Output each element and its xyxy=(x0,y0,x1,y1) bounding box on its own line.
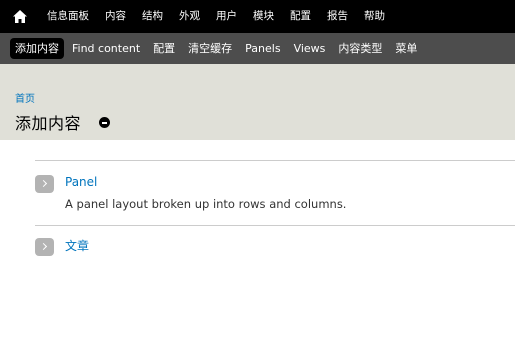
toolbar-item-help[interactable]: 帮助 xyxy=(357,0,394,33)
shortcut-clear-cache[interactable]: 清空缓存 xyxy=(183,38,237,59)
breadcrumb-home[interactable]: 首页 xyxy=(15,90,35,105)
toolbar-item-content[interactable]: 内容 xyxy=(98,0,135,33)
home-icon[interactable] xyxy=(0,0,40,33)
chevron-right-icon[interactable] xyxy=(35,238,54,256)
shortcut-panels[interactable]: Panels xyxy=(240,38,285,59)
toolbar-item-reports[interactable]: 报告 xyxy=(320,0,357,33)
content-type-description: A panel layout broken up into rows and c… xyxy=(65,197,347,211)
toolbar-item-appearance[interactable]: 外观 xyxy=(172,0,209,33)
shortcut-content-types[interactable]: 内容类型 xyxy=(333,38,387,59)
toolbar-item-configuration[interactable]: 配置 xyxy=(283,0,320,33)
page-title: 添加内容 xyxy=(15,114,82,133)
toolbar-item-dashboard[interactable]: 信息面板 xyxy=(40,0,98,33)
shortcut-menus[interactable]: 菜单 xyxy=(390,38,422,59)
content-type-link[interactable]: Panel xyxy=(65,175,97,189)
shortcut-configuration[interactable]: 配置 xyxy=(148,38,180,59)
toolbar-item-people[interactable]: 用户 xyxy=(209,0,246,33)
list-item: 文章 xyxy=(35,226,515,262)
toolbar-item-structure[interactable]: 结构 xyxy=(135,0,172,33)
shortcut-views[interactable]: Views xyxy=(289,38,331,59)
remove-shortcut-icon[interactable] xyxy=(99,117,110,128)
admin-toolbar: 信息面板 内容 结构 外观 用户 模块 配置 报告 帮助 xyxy=(0,0,515,33)
shortcuts-bar: 添加内容 Find content 配置 清空缓存 Panels Views 内… xyxy=(0,33,515,64)
page-header: 首页 添加内容 xyxy=(0,64,515,140)
shortcut-add-content[interactable]: 添加内容 xyxy=(10,38,64,59)
content-type-list: Panel A panel layout broken up into rows… xyxy=(35,160,515,262)
toolbar-item-modules[interactable]: 模块 xyxy=(246,0,283,33)
toolbar-menu: 信息面板 内容 结构 外观 用户 模块 配置 报告 帮助 xyxy=(40,0,394,33)
list-item: Panel A panel layout broken up into rows… xyxy=(35,161,515,226)
content-type-link[interactable]: 文章 xyxy=(65,237,89,254)
shortcut-find-content[interactable]: Find content xyxy=(67,38,145,59)
chevron-right-icon[interactable] xyxy=(35,175,54,193)
